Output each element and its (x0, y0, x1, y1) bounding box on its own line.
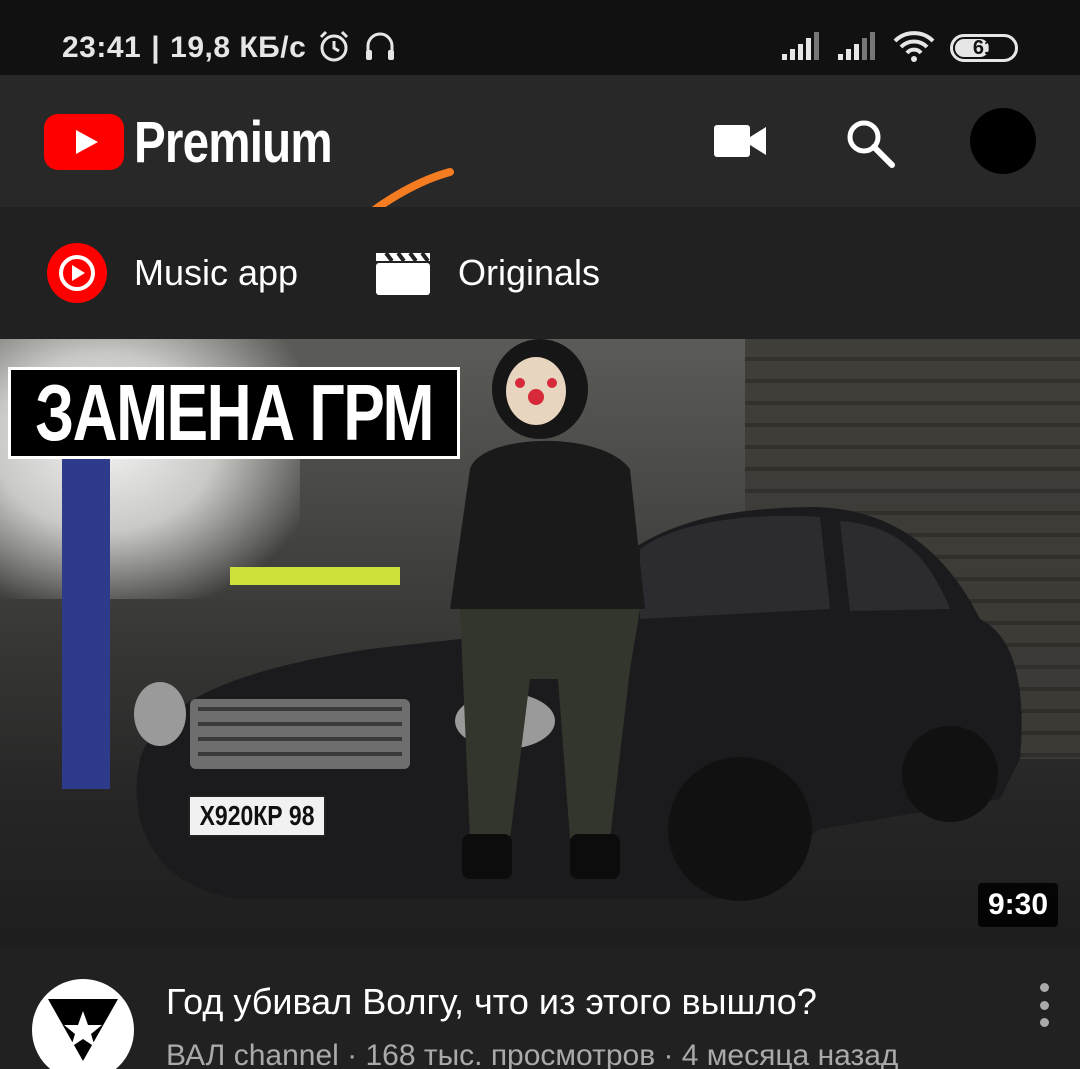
license-plate-text: Х920КР 98 (199, 800, 315, 831)
status-time: 23:41 (62, 31, 142, 64)
youtube-premium-logo[interactable]: Premium (44, 110, 375, 175)
premium-links: Music app Originals (0, 207, 1080, 339)
video-info: ВАЛ channel · 168 тыс. просмотров · 4 ме… (166, 1039, 899, 1069)
account-avatar[interactable] (970, 108, 1036, 174)
brand-name: Premium (134, 109, 333, 175)
signal-icon (780, 30, 822, 67)
search-icon (847, 120, 895, 168)
duration-badge: 9:30 (977, 883, 1058, 927)
battery-level: 61 (972, 36, 996, 59)
more-options-button[interactable] (1026, 983, 1062, 1027)
alarm-icon (316, 28, 352, 69)
originals-link[interactable]: Originals (374, 243, 600, 303)
youtube-logo-icon (44, 114, 124, 170)
status-left: 23:41 | 19,8 КБ/с (62, 28, 398, 68)
thumbnail-caption-text: ЗАМЕНА ГРМ (35, 368, 434, 457)
status-bar: 23:41 | 19,8 КБ/с 61 (0, 0, 1080, 75)
music-app-label: Music app (134, 252, 299, 293)
more-dot (1039, 1000, 1049, 1010)
more-dot (1039, 983, 1049, 992)
channel-avatar[interactable] (32, 979, 134, 1069)
camera-icon (714, 125, 766, 157)
thumbnail-lift-post (62, 459, 110, 789)
search-button[interactable] (842, 115, 898, 171)
signal-icon (836, 30, 878, 67)
video-title[interactable]: Год убивал Волгу, что из этого вышло? (166, 981, 817, 1023)
network-speed: 19,8 КБ/с (170, 31, 307, 64)
clapperboard-icon (376, 251, 430, 295)
battery-icon: 61 (950, 34, 1018, 62)
status-separator: | (151, 31, 161, 64)
app-bar: Premium (0, 75, 1080, 276)
video-meta: Год убивал Волгу, что из этого вышло? ВА… (0, 947, 1080, 1069)
wifi-icon (892, 29, 936, 68)
video-thumbnail[interactable]: ЗАМЕНА ГРМ Х920КР 98 9:30 (0, 339, 1080, 947)
more-dot (1039, 1018, 1049, 1027)
headset-icon (362, 28, 398, 69)
channel-logo-icon (48, 999, 118, 1061)
music-app-link[interactable]: Music app (46, 243, 298, 303)
status-right: 61 (780, 28, 1018, 68)
thumbnail-person (450, 339, 645, 879)
camera-button[interactable] (710, 115, 770, 167)
originals-label: Originals (458, 252, 601, 293)
license-plate: Х920КР 98 (188, 795, 326, 837)
thumbnail-caption: ЗАМЕНА ГРМ (8, 367, 460, 459)
duration-text: 9:30 (987, 888, 1048, 921)
music-app-icon (47, 243, 107, 303)
